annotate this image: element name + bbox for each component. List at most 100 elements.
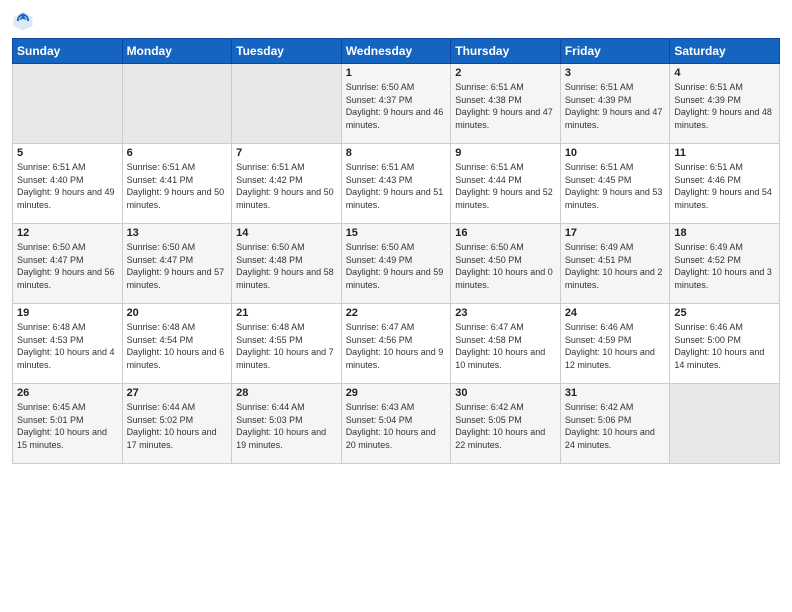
weekday-header-monday: Monday [122,39,232,64]
calendar-cell: 23 Sunrise: 6:47 AMSunset: 4:58 PMDayligh… [451,304,561,384]
calendar-cell: 27 Sunrise: 6:44 AMSunset: 5:02 PMDayligh… [122,384,232,464]
calendar-cell: 1 Sunrise: 6:50 AMSunset: 4:37 PMDaylight… [341,64,451,144]
cell-content: Sunrise: 6:51 AMSunset: 4:39 PMDaylight:… [674,81,775,131]
calendar-cell: 21 Sunrise: 6:48 AMSunset: 4:55 PMDayligh… [232,304,342,384]
day-number: 5 [17,147,118,159]
day-number: 15 [346,227,447,239]
day-number: 17 [565,227,666,239]
calendar-cell: 5 Sunrise: 6:51 AMSunset: 4:40 PMDaylight… [13,144,123,224]
calendar-cell: 15 Sunrise: 6:50 AMSunset: 4:49 PMDayligh… [341,224,451,304]
calendar-cell: 17Sunrise: 6:49 AMSunset: 4:51 PMDayligh… [560,224,670,304]
cell-content: Sunrise: 6:51 AMSunset: 4:41 PMDaylight:… [127,161,228,211]
cell-content: Sunrise: 6:51 AMSunset: 4:43 PMDaylight:… [346,161,447,211]
day-number: 8 [346,147,447,159]
week-row-5: 26 Sunrise: 6:45 AMSunset: 5:01 PMDayligh… [13,384,780,464]
calendar-cell: 31 Sunrise: 6:42 AMSunset: 5:06 PMDayligh… [560,384,670,464]
cell-content: Sunrise: 6:44 AMSunset: 5:03 PMDaylight:… [236,401,337,451]
weekday-header-wednesday: Wednesday [341,39,451,64]
cell-content: Sunrise: 6:43 AMSunset: 5:04 PMDaylight:… [346,401,447,451]
day-number: 13 [127,227,228,239]
day-number: 27 [127,387,228,399]
weekday-header-tuesday: Tuesday [232,39,342,64]
cell-content: Sunrise: 6:50 AMSunset: 4:47 PMDaylight:… [17,241,118,291]
cell-content: Sunrise: 6:51 AMSunset: 4:40 PMDaylight:… [17,161,118,211]
calendar-cell: 6Sunrise: 6:51 AMSunset: 4:41 PMDaylight… [122,144,232,224]
calendar-cell: 12 Sunrise: 6:50 AMSunset: 4:47 PMDayligh… [13,224,123,304]
calendar-cell [670,384,780,464]
calendar-cell: 28 Sunrise: 6:44 AMSunset: 5:03 PMDayligh… [232,384,342,464]
week-row-4: 19 Sunrise: 6:48 AMSunset: 4:53 PMDayligh… [13,304,780,384]
day-number: 29 [346,387,447,399]
calendar-cell: 11 Sunrise: 6:51 AMSunset: 4:46 PMDayligh… [670,144,780,224]
cell-content: Sunrise: 6:45 AMSunset: 5:01 PMDaylight:… [17,401,118,451]
week-row-1: 1 Sunrise: 6:50 AMSunset: 4:37 PMDaylight… [13,64,780,144]
cell-content: Sunrise: 6:50 AMSunset: 4:48 PMDaylight:… [236,241,337,291]
cell-content: Sunrise: 6:50 AMSunset: 4:37 PMDaylight:… [346,81,447,131]
cell-content: Sunrise: 6:46 AMSunset: 4:59 PMDaylight:… [565,321,666,371]
calendar-cell: 25 Sunrise: 6:46 AMSunset: 5:00 PMDayligh… [670,304,780,384]
calendar-cell: 20Sunrise: 6:48 AMSunset: 4:54 PMDayligh… [122,304,232,384]
day-number: 28 [236,387,337,399]
cell-content: Sunrise: 6:42 AMSunset: 5:05 PMDaylight:… [455,401,556,451]
calendar-cell [13,64,123,144]
cell-content: Sunrise: 6:42 AMSunset: 5:06 PMDaylight:… [565,401,666,451]
day-number: 20 [127,307,228,319]
cell-content: Sunrise: 6:47 AMSunset: 4:58 PMDaylight:… [455,321,556,371]
cell-content: Sunrise: 6:50 AMSunset: 4:49 PMDaylight:… [346,241,447,291]
cell-content: Sunrise: 6:51 AMSunset: 4:39 PMDaylight:… [565,81,666,131]
day-number: 16 [455,227,556,239]
calendar-cell: 24 Sunrise: 6:46 AMSunset: 4:59 PMDayligh… [560,304,670,384]
day-number: 4 [674,67,775,79]
calendar-cell: 7Sunrise: 6:51 AMSunset: 4:42 PMDaylight… [232,144,342,224]
calendar-cell: 26 Sunrise: 6:45 AMSunset: 5:01 PMDayligh… [13,384,123,464]
cell-content: Sunrise: 6:44 AMSunset: 5:02 PMDaylight:… [127,401,228,451]
day-number: 12 [17,227,118,239]
day-number: 14 [236,227,337,239]
calendar-cell [232,64,342,144]
calendar-cell: 18 Sunrise: 6:49 AMSunset: 4:52 PMDayligh… [670,224,780,304]
day-number: 1 [346,67,447,79]
calendar-cell: 22Sunrise: 6:47 AMSunset: 4:56 PMDayligh… [341,304,451,384]
day-number: 18 [674,227,775,239]
calendar-cell: 13 Sunrise: 6:50 AMSunset: 4:47 PMDayligh… [122,224,232,304]
calendar-cell: 9 Sunrise: 6:51 AMSunset: 4:44 PMDaylight… [451,144,561,224]
day-number: 30 [455,387,556,399]
cell-content: Sunrise: 6:49 AMSunset: 4:52 PMDaylight:… [674,241,775,291]
cell-content: Sunrise: 6:51 AMSunset: 4:44 PMDaylight:… [455,161,556,211]
calendar-cell [122,64,232,144]
day-number: 19 [17,307,118,319]
weekday-header-sunday: Sunday [13,39,123,64]
logo-icon [12,10,34,32]
day-number: 9 [455,147,556,159]
weekday-header-friday: Friday [560,39,670,64]
cell-content: Sunrise: 6:50 AMSunset: 4:50 PMDaylight:… [455,241,556,291]
week-row-2: 5 Sunrise: 6:51 AMSunset: 4:40 PMDaylight… [13,144,780,224]
cell-content: Sunrise: 6:48 AMSunset: 4:55 PMDaylight:… [236,321,337,371]
day-number: 24 [565,307,666,319]
week-row-3: 12 Sunrise: 6:50 AMSunset: 4:47 PMDayligh… [13,224,780,304]
day-number: 11 [674,147,775,159]
calendar-cell: 30 Sunrise: 6:42 AMSunset: 5:05 PMDayligh… [451,384,561,464]
calendar-cell: 4 Sunrise: 6:51 AMSunset: 4:39 PMDaylight… [670,64,780,144]
calendar-cell: 2Sunrise: 6:51 AMSunset: 4:38 PMDaylight… [451,64,561,144]
day-number: 25 [674,307,775,319]
cell-content: Sunrise: 6:51 AMSunset: 4:45 PMDaylight:… [565,161,666,211]
calendar-table: SundayMondayTuesdayWednesdayThursdayFrid… [12,38,780,464]
day-number: 23 [455,307,556,319]
calendar-cell: 8 Sunrise: 6:51 AMSunset: 4:43 PMDaylight… [341,144,451,224]
calendar-container: SundayMondayTuesdayWednesdayThursdayFrid… [0,0,792,612]
cell-content: Sunrise: 6:50 AMSunset: 4:47 PMDaylight:… [127,241,228,291]
weekday-header-row: SundayMondayTuesdayWednesdayThursdayFrid… [13,39,780,64]
calendar-cell: 14 Sunrise: 6:50 AMSunset: 4:48 PMDayligh… [232,224,342,304]
cell-content: Sunrise: 6:48 AMSunset: 4:53 PMDaylight:… [17,321,118,371]
day-number: 26 [17,387,118,399]
day-number: 31 [565,387,666,399]
cell-content: Sunrise: 6:46 AMSunset: 5:00 PMDaylight:… [674,321,775,371]
cell-content: Sunrise: 6:51 AMSunset: 4:42 PMDaylight:… [236,161,337,211]
day-number: 21 [236,307,337,319]
day-number: 2 [455,67,556,79]
weekday-header-saturday: Saturday [670,39,780,64]
cell-content: Sunrise: 6:51 AMSunset: 4:46 PMDaylight:… [674,161,775,211]
day-number: 3 [565,67,666,79]
calendar-cell: 19 Sunrise: 6:48 AMSunset: 4:53 PMDayligh… [13,304,123,384]
